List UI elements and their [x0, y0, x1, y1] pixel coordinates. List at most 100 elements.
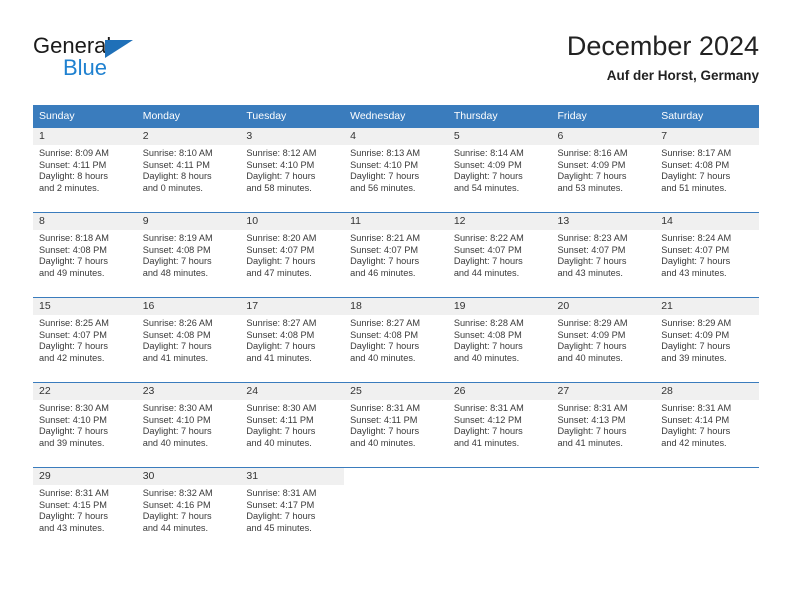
day-number: 30: [136, 468, 241, 485]
calendar-table: Sunday Monday Tuesday Wednesday Thursday…: [33, 105, 759, 552]
day-details: Sunrise: 8:31 AM Sunset: 4:15 PM Daylight:…: [33, 485, 137, 534]
brand-logo[interactable]: General Blue: [33, 33, 213, 85]
calendar-day-cell[interactable]: 10 Sunrise: 8:20 AM Sunset: 4:07 PM Dayligh…: [240, 212, 345, 298]
calendar-day-cell[interactable]: 7 Sunrise: 8:17 AM Sunset: 4:08 PM Daylight…: [655, 127, 759, 213]
day-details: Sunrise: 8:31 AM Sunset: 4:12 PM Daylight:…: [448, 400, 552, 449]
daylight-text-line2: and 40 minutes.: [246, 437, 312, 448]
calendar-day-cell[interactable]: 14 Sunrise: 8:24 AM Sunset: 4:07 PM Dayligh…: [655, 212, 759, 298]
sunrise-text: Sunrise: 8:28 AM: [453, 318, 524, 328]
daylight-text-line2: and 42 minutes.: [661, 437, 727, 448]
day-details: Sunrise: 8:27 AM Sunset: 4:08 PM Daylight:…: [344, 315, 448, 364]
calendar-day-cell[interactable]: 16 Sunrise: 8:26 AM Sunset: 4:08 PM Dayligh…: [136, 297, 241, 383]
calendar-day-cell[interactable]: 17 Sunrise: 8:27 AM Sunset: 4:08 PM Dayligh…: [240, 297, 345, 383]
sunset-text: Sunset: 4:08 PM: [142, 244, 211, 255]
daylight-text-line2: and 40 minutes.: [142, 437, 209, 448]
calendar-day-cell[interactable]: 1 Sunrise: 8:09 AM Sunset: 4:11 PM Daylight…: [33, 127, 137, 213]
day-cell-inner: 14 Sunrise: 8:24 AM Sunset: 4:07 PM Dayligh…: [655, 213, 759, 297]
sunset-text: Sunset: 4:09 PM: [453, 159, 522, 170]
sunrise-text: Sunrise: 8:13 AM: [350, 148, 421, 158]
day-cell-inner: 2 Sunrise: 8:10 AM Sunset: 4:11 PM Daylight…: [136, 128, 241, 212]
daylight-text-line2: and 39 minutes.: [39, 437, 105, 448]
calendar-week-row: 15 Sunrise: 8:25 AM Sunset: 4:07 PM Dayligh…: [33, 297, 759, 383]
calendar-day-cell[interactable]: 27 Sunrise: 8:31 AM Sunset: 4:13 PM Dayligh…: [551, 382, 656, 468]
calendar-day-cell[interactable]: 4 Sunrise: 8:13 AM Sunset: 4:10 PM Daylight…: [344, 127, 448, 213]
sunset-text: Sunset: 4:11 PM: [246, 414, 314, 425]
calendar-day-cell[interactable]: 23 Sunrise: 8:30 AM Sunset: 4:10 PM Dayligh…: [136, 382, 241, 468]
daylight-text-line1: Daylight: 7 hours: [246, 426, 316, 437]
day-cell-inner: [551, 468, 656, 552]
calendar-day-cell[interactable]: 8 Sunrise: 8:18 AM Sunset: 4:08 PM Daylight…: [33, 212, 137, 298]
daylight-text-line1: Daylight: 7 hours: [246, 511, 316, 522]
weekday-header-thursday: Thursday: [447, 105, 552, 128]
calendar-day-cell[interactable]: 19 Sunrise: 8:28 AM Sunset: 4:08 PM Dayligh…: [447, 297, 552, 383]
calendar-page: General Blue December 2024 Auf der Horst…: [0, 0, 792, 612]
sunset-text: Sunset: 4:15 PM: [39, 499, 107, 510]
day-cell-inner: [447, 468, 552, 552]
day-details: Sunrise: 8:09 AM Sunset: 4:11 PM Daylight:…: [33, 145, 137, 194]
sunrise-text: Sunrise: 8:31 AM: [350, 403, 421, 413]
daylight-text-line1: Daylight: 8 hours: [39, 171, 108, 182]
calendar-day-cell[interactable]: 29 Sunrise: 8:31 AM Sunset: 4:15 PM Dayligh…: [33, 467, 137, 552]
daylight-text-line2: and 44 minutes.: [453, 267, 520, 278]
daylight-text-line2: and 56 minutes.: [350, 182, 416, 193]
sunset-text: Sunset: 4:07 PM: [246, 244, 315, 255]
day-number: 14: [655, 213, 759, 230]
calendar-day-cell[interactable]: 21 Sunrise: 8:29 AM Sunset: 4:09 PM Dayligh…: [655, 297, 759, 383]
calendar-day-cell[interactable]: 24 Sunrise: 8:30 AM Sunset: 4:11 PM Dayligh…: [240, 382, 345, 468]
daylight-text-line1: Daylight: 7 hours: [453, 426, 523, 437]
calendar-day-cell[interactable]: 2 Sunrise: 8:10 AM Sunset: 4:11 PM Daylight…: [136, 127, 241, 213]
weekday-header-tuesday: Tuesday: [240, 105, 345, 128]
sunrise-text: Sunrise: 8:31 AM: [39, 488, 109, 498]
calendar-day-cell[interactable]: 9 Sunrise: 8:19 AM Sunset: 4:08 PM Daylight…: [136, 212, 241, 298]
calendar-day-cell[interactable]: 15 Sunrise: 8:25 AM Sunset: 4:07 PM Dayligh…: [33, 297, 137, 383]
daylight-text-line2: and 40 minutes.: [453, 352, 520, 363]
day-cell-inner: 27 Sunrise: 8:31 AM Sunset: 4:13 PM Dayligh…: [551, 383, 656, 467]
daylight-text-line1: Daylight: 7 hours: [142, 511, 212, 522]
day-number: 5: [447, 128, 552, 145]
day-details: Sunrise: 8:30 AM Sunset: 4:10 PM Daylight:…: [137, 400, 241, 449]
calendar-day-cell[interactable]: 3 Sunrise: 8:12 AM Sunset: 4:10 PM Daylight…: [240, 127, 345, 213]
sunset-text: Sunset: 4:17 PM: [246, 499, 315, 510]
day-cell-inner: 20 Sunrise: 8:29 AM Sunset: 4:09 PM Dayligh…: [551, 298, 656, 382]
calendar-day-cell[interactable]: 6 Sunrise: 8:16 AM Sunset: 4:09 PM Daylight…: [551, 127, 656, 213]
calendar-day-cell[interactable]: 26 Sunrise: 8:31 AM Sunset: 4:12 PM Dayligh…: [447, 382, 552, 468]
calendar-day-cell[interactable]: 30 Sunrise: 8:32 AM Sunset: 4:16 PM Dayligh…: [136, 467, 241, 552]
calendar-day-cell[interactable]: 20 Sunrise: 8:29 AM Sunset: 4:09 PM Dayligh…: [551, 297, 656, 383]
sunset-text: Sunset: 4:07 PM: [661, 244, 730, 255]
day-cell-inner: 30 Sunrise: 8:32 AM Sunset: 4:16 PM Dayligh…: [136, 468, 241, 552]
day-number: 15: [33, 298, 137, 315]
calendar-day-cell[interactable]: 12 Sunrise: 8:22 AM Sunset: 4:07 PM Dayligh…: [447, 212, 552, 298]
day-cell-inner: 7 Sunrise: 8:17 AM Sunset: 4:08 PM Daylight…: [655, 128, 759, 212]
calendar-day-cell[interactable]: 31 Sunrise: 8:31 AM Sunset: 4:17 PM Dayligh…: [240, 467, 345, 552]
calendar-day-cell[interactable]: 5 Sunrise: 8:14 AM Sunset: 4:09 PM Daylight…: [447, 127, 552, 213]
calendar-day-cell[interactable]: 22 Sunrise: 8:30 AM Sunset: 4:10 PM Dayligh…: [33, 382, 137, 468]
daylight-text-line1: Daylight: 8 hours: [142, 171, 212, 182]
day-cell-inner: 31 Sunrise: 8:31 AM Sunset: 4:17 PM Dayligh…: [240, 468, 345, 552]
daylight-text-line1: Daylight: 7 hours: [557, 171, 627, 182]
daylight-text-line1: Daylight: 7 hours: [142, 256, 212, 267]
calendar-day-cell[interactable]: 28 Sunrise: 8:31 AM Sunset: 4:14 PM Dayligh…: [655, 382, 759, 468]
day-details: Sunrise: 8:14 AM Sunset: 4:09 PM Daylight:…: [448, 145, 552, 194]
day-details: Sunrise: 8:25 AM Sunset: 4:07 PM Daylight:…: [33, 315, 137, 364]
calendar-day-cell[interactable]: 13 Sunrise: 8:23 AM Sunset: 4:07 PM Dayligh…: [551, 212, 656, 298]
daylight-text-line1: Daylight: 7 hours: [557, 341, 627, 352]
sunrise-text: Sunrise: 8:09 AM: [39, 148, 109, 158]
daylight-text-line1: Daylight: 7 hours: [246, 171, 316, 182]
sunset-text: Sunset: 4:10 PM: [350, 159, 419, 170]
calendar-day-cell[interactable]: 25 Sunrise: 8:31 AM Sunset: 4:11 PM Dayligh…: [344, 382, 448, 468]
daylight-text-line1: Daylight: 7 hours: [39, 426, 108, 437]
calendar-body: 1 Sunrise: 8:09 AM Sunset: 4:11 PM Daylight…: [33, 127, 759, 552]
calendar-day-cell[interactable]: 18 Sunrise: 8:27 AM Sunset: 4:08 PM Dayligh…: [344, 297, 448, 383]
sunset-text: Sunset: 4:11 PM: [39, 159, 107, 170]
triangle-icon: [105, 40, 133, 58]
daylight-text-line1: Daylight: 7 hours: [557, 426, 627, 437]
calendar-day-cell[interactable]: 11 Sunrise: 8:21 AM Sunset: 4:07 PM Dayligh…: [344, 212, 448, 298]
day-number: 8: [33, 213, 137, 230]
day-details: Sunrise: 8:18 AM Sunset: 4:08 PM Daylight:…: [33, 230, 137, 279]
daylight-text-line1: Daylight: 7 hours: [453, 341, 523, 352]
day-details: Sunrise: 8:24 AM Sunset: 4:07 PM Daylight:…: [655, 230, 759, 279]
day-details: Sunrise: 8:10 AM Sunset: 4:11 PM Daylight:…: [137, 145, 241, 194]
sunset-text: Sunset: 4:10 PM: [142, 414, 211, 425]
daylight-text-line1: Daylight: 7 hours: [246, 341, 316, 352]
daylight-text-line2: and 43 minutes.: [557, 267, 623, 278]
